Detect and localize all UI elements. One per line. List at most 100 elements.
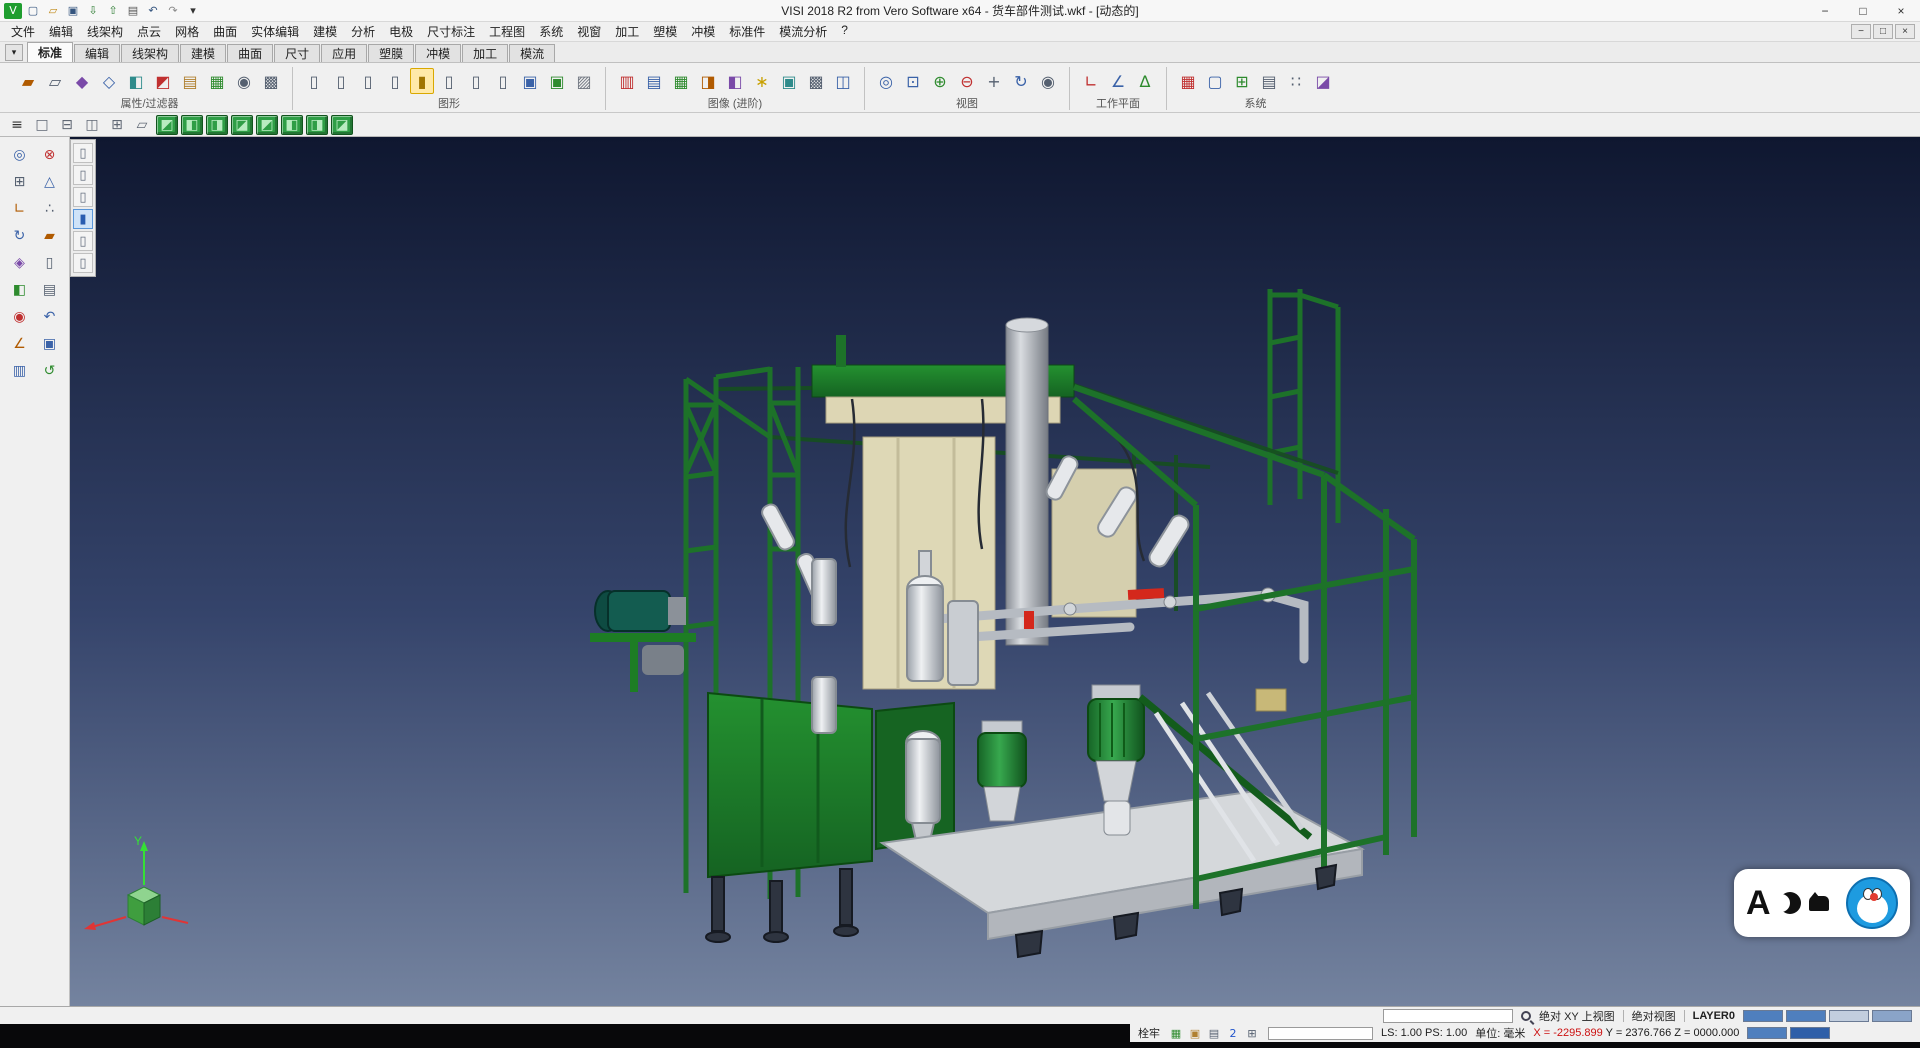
layer-color-swatch[interactable] <box>1872 1010 1912 1022</box>
graphics-pill4-icon[interactable]: ▯ <box>464 68 488 94</box>
menu-item[interactable]: 电极 <box>382 23 420 40</box>
view-cube-front-icon[interactable]: ◨ <box>206 115 228 135</box>
graphics-database-icon[interactable]: ▣ <box>518 68 542 94</box>
menu-item[interactable]: 加工 <box>608 23 646 40</box>
clipboard-icon[interactable]: ▯ <box>37 251 63 275</box>
tab-stamping[interactable]: 冲模 <box>415 44 461 62</box>
filter-drawings-pill[interactable]: ▯ <box>73 253 93 273</box>
status-command-input[interactable] <box>1268 1027 1373 1040</box>
status-user-icon[interactable]: 2 <box>1225 1026 1241 1040</box>
clip-plane-icon[interactable]: ◧ <box>723 68 747 94</box>
menu-item[interactable]: 工程图 <box>482 23 532 40</box>
tab-flow[interactable]: 模流 <box>509 44 555 62</box>
graphics-cylinder-icon[interactable]: ▯ <box>329 68 353 94</box>
mdi-restore-button[interactable]: □ <box>1873 24 1893 39</box>
window-cascade-icon[interactable]: ▱ <box>131 115 153 135</box>
select-icon[interactable]: ◎ <box>7 143 33 167</box>
filter-point-icon[interactable]: ◉ <box>232 68 256 94</box>
viewport-3d[interactable]: Y ▯▯▯▮▯▯ A <box>70 137 1920 1006</box>
visi-logo-icon[interactable]: V <box>4 3 22 19</box>
menu-item[interactable]: 实体编辑 <box>244 23 306 40</box>
system-colors-icon[interactable]: ▦ <box>1176 68 1200 94</box>
hidden-line-icon[interactable]: ▦ <box>669 68 693 94</box>
system-settings-icon[interactable]: ∷ <box>1284 68 1308 94</box>
graphics-database2-icon[interactable]: ▣ <box>545 68 569 94</box>
status-print-icon[interactable]: ▤ <box>1206 1026 1222 1040</box>
tab-modeling[interactable]: 建模 <box>180 44 226 62</box>
notes-icon[interactable]: ▤ <box>37 278 63 302</box>
viewport-3d-canvas[interactable]: Y <box>70 137 1920 1006</box>
status-capture-icon[interactable]: ▣ <box>1187 1026 1203 1040</box>
filter-curves-pill[interactable]: ▯ <box>73 165 93 185</box>
filter-meshes-pill[interactable]: ▯ <box>73 231 93 251</box>
view-cube-top-icon[interactable]: ◧ <box>181 115 203 135</box>
tab-dimension[interactable]: 尺寸 <box>274 44 320 62</box>
dynamic-rotate-icon[interactable]: ↻ <box>7 224 33 248</box>
filter-element-icon[interactable]: ◆ <box>70 68 94 94</box>
draw-icon[interactable]: ▰ <box>37 224 63 248</box>
filter-wireframe-icon[interactable]: ◇ <box>97 68 121 94</box>
menu-item[interactable]: 模流分析 <box>772 23 834 40</box>
filter-layer-icon[interactable]: ▤ <box>178 68 202 94</box>
snap-label[interactable]: 栓牢 <box>1138 1025 1160 1041</box>
rotate-view-icon[interactable]: ↻ <box>1009 68 1033 94</box>
import-icon[interactable]: ⇩ <box>84 3 102 19</box>
layer-color-swatch[interactable] <box>1743 1010 1783 1022</box>
menu-item[interactable]: 网格 <box>168 23 206 40</box>
tab-surface[interactable]: 曲面 <box>227 44 273 62</box>
system-table-icon[interactable]: ▤ <box>1257 68 1281 94</box>
window-close-button[interactable]: × <box>1882 0 1920 21</box>
view-cube-right-icon[interactable]: ◪ <box>231 115 253 135</box>
menu-item[interactable]: 尺寸标注 <box>420 23 482 40</box>
view-plane-icon[interactable]: ◧ <box>7 278 33 302</box>
view-menu-icon[interactable]: ≡ <box>6 115 28 135</box>
dynamic-section-icon[interactable]: ◨ <box>696 68 720 94</box>
menu-item[interactable]: 视窗 <box>570 23 608 40</box>
system-grid-icon[interactable]: ⊞ <box>1230 68 1254 94</box>
window-vertical-icon[interactable]: ◫ <box>81 115 103 135</box>
mdi-minimize-button[interactable]: − <box>1851 24 1871 39</box>
status-color-swatch[interactable] <box>1747 1027 1787 1039</box>
undo-icon[interactable]: ↶ <box>144 3 162 19</box>
view-cube-left-icon[interactable]: ◩ <box>256 115 278 135</box>
tab-plastic[interactable]: 塑膜 <box>368 44 414 62</box>
graphics-highlight-icon[interactable]: ▮ <box>410 68 434 94</box>
report-icon[interactable]: ▥ <box>7 359 33 383</box>
graphics-pill-icon[interactable]: ▯ <box>356 68 380 94</box>
menu-item[interactable]: 塑模 <box>646 23 684 40</box>
graphics-pill2-icon[interactable]: ▯ <box>383 68 407 94</box>
coordinate-system-icon[interactable]: ◈ <box>7 251 33 275</box>
zoom-out-icon[interactable]: ⊖ <box>955 68 979 94</box>
quick-access-dropdown-icon[interactable]: ▾ <box>184 3 202 19</box>
menu-item[interactable]: 系统 <box>532 23 570 40</box>
filter-points-pill[interactable]: ▯ <box>73 143 93 163</box>
workplane-view-icon[interactable]: ∆ <box>1133 68 1157 94</box>
new-document-icon[interactable]: ▢ <box>24 3 42 19</box>
delete-icon[interactable]: ⊗ <box>37 143 63 167</box>
menu-item[interactable]: 文件 <box>4 23 42 40</box>
tab-standard[interactable]: 标准 <box>27 42 73 62</box>
status-grid-icon[interactable]: ⊞ <box>1244 1026 1260 1040</box>
snap-settings-icon[interactable]: ⊞ <box>7 170 33 194</box>
window-quad-icon[interactable]: ⊞ <box>106 115 128 135</box>
zoom-in-icon[interactable]: ⊕ <box>928 68 952 94</box>
filter-surfaces-pill[interactable]: ▯ <box>73 187 93 207</box>
graphics-list-icon[interactable]: ▯ <box>302 68 326 94</box>
shading-icon[interactable]: ▥ <box>615 68 639 94</box>
workplane-standard-icon[interactable]: ∟ <box>1079 68 1103 94</box>
wireframe-view-icon[interactable]: ▤ <box>642 68 666 94</box>
system-workspace-icon[interactable]: ◪ <box>1311 68 1335 94</box>
menu-item[interactable]: 分析 <box>344 23 382 40</box>
filter-surface-icon[interactable]: ◧ <box>124 68 148 94</box>
graphics-pill3-icon[interactable]: ▯ <box>437 68 461 94</box>
active-layer-label[interactable]: LAYER0 <box>1693 1010 1735 1022</box>
workplane-3point-icon[interactable]: ∠ <box>1106 68 1130 94</box>
view-cube-back-icon[interactable]: ◧ <box>281 115 303 135</box>
tab-application[interactable]: 应用 <box>321 44 367 62</box>
tab-machining[interactable]: 加工 <box>462 44 508 62</box>
snapshot-icon[interactable]: ◫ <box>831 68 855 94</box>
material-icon[interactable]: ▣ <box>777 68 801 94</box>
menu-item[interactable]: 线架构 <box>80 23 130 40</box>
edit-geometry-icon[interactable]: △ <box>37 170 63 194</box>
measure-icon[interactable]: ∟ <box>7 197 33 221</box>
